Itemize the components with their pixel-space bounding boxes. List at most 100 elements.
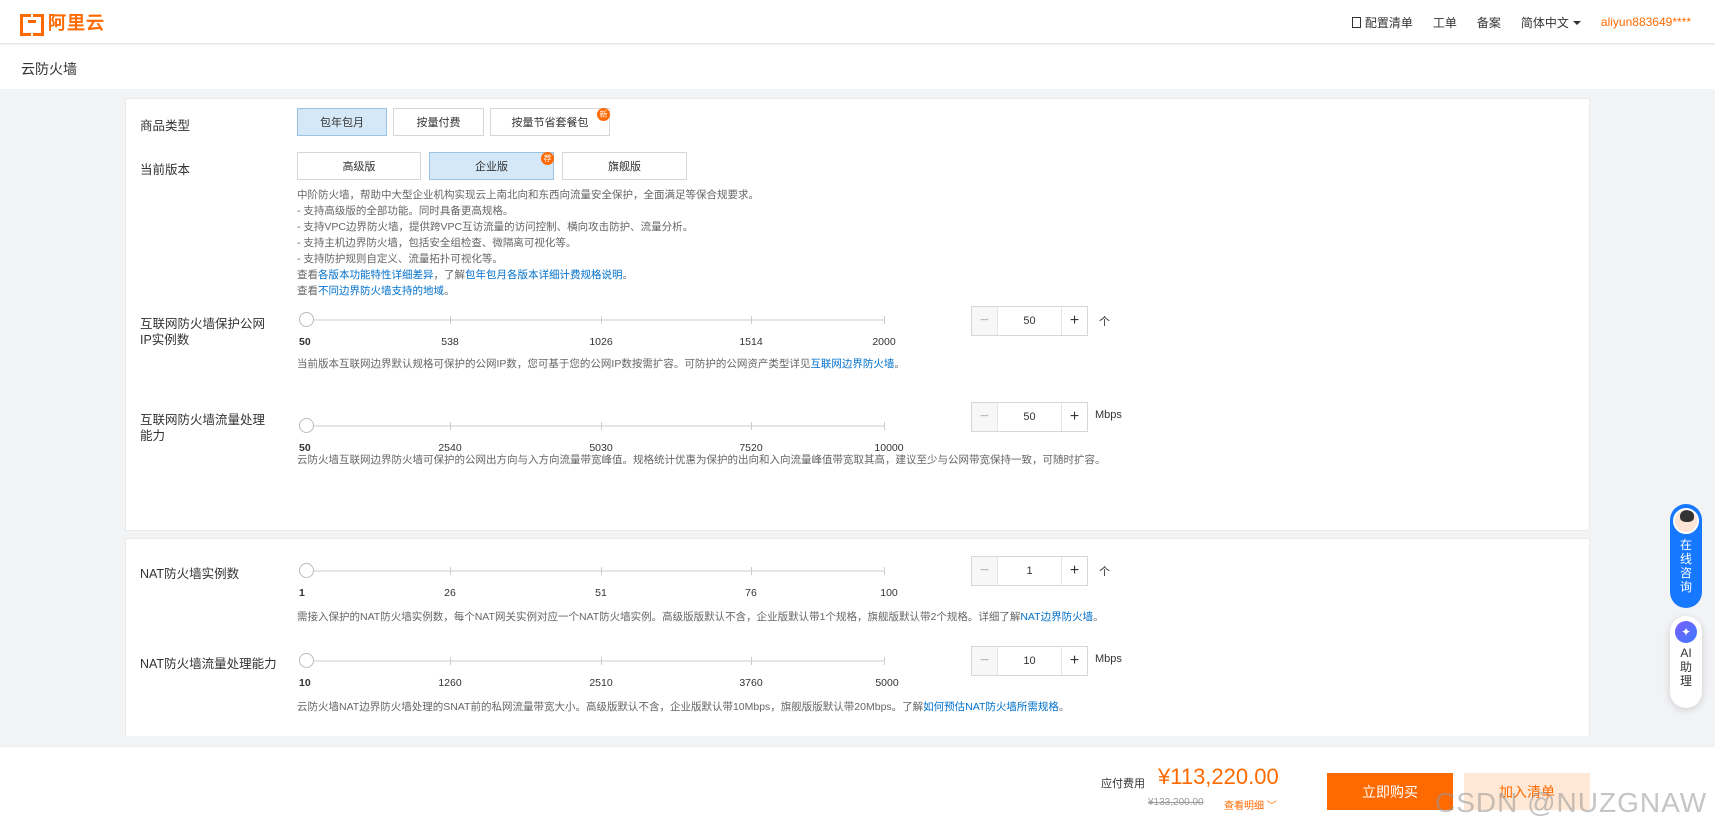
nat-spec-estimate-link[interactable]: 如何预估NAT防火墙所需规格 (923, 701, 1059, 713)
stepper-value[interactable]: 50 (998, 403, 1061, 431)
tick-label: 26 (444, 587, 456, 599)
inet-ip-slider[interactable]: 50 538 1026 1514 2000 (299, 312, 896, 352)
inet-ip-label: 互联网防火墙保护公网IP实例数 (140, 317, 266, 347)
inet-bw-label: 互联网防火墙流量处理能力 (140, 413, 266, 443)
minus-icon[interactable]: − (972, 307, 998, 335)
desc-text: ，了解 (433, 269, 466, 281)
tick-label: 1260 (438, 677, 462, 689)
plus-icon[interactable]: + (1061, 557, 1087, 585)
nat-bw-label: NAT防火墙流量处理能力 (140, 657, 277, 671)
option-annual[interactable]: 包年包月 (297, 108, 387, 136)
tick-label: 76 (745, 587, 757, 599)
slider-handle[interactable] (299, 653, 314, 668)
desc-text: 查看 (297, 285, 318, 297)
new-badge: 新 (597, 108, 610, 121)
slider-handle[interactable] (299, 418, 314, 433)
nat-count-stepper[interactable]: − 1 + (971, 556, 1088, 586)
tick-label: 2000 (872, 336, 896, 348)
slider-tick (751, 422, 752, 430)
slider-tick (884, 657, 885, 665)
plus-icon[interactable]: + (1061, 647, 1087, 675)
desc-text: 。 (622, 269, 634, 281)
minus-icon[interactable]: − (972, 647, 998, 675)
product-type-label: 商品类型 (140, 119, 191, 133)
option-flagship[interactable]: 旗舰版 (562, 152, 687, 180)
slider-tick (601, 422, 602, 430)
minus-icon[interactable]: − (972, 403, 998, 431)
region-support-link[interactable]: 不同边界防火墙支持的地域 (318, 285, 444, 297)
option-enterprise[interactable]: 企业版 荐 (429, 152, 554, 180)
record-link[interactable]: 备案 (1477, 14, 1501, 31)
aliyun-logo[interactable]: 阿里云 (20, 11, 105, 36)
slider-handle[interactable] (299, 312, 314, 327)
slider-track (305, 660, 885, 662)
tick-label: 1 (299, 587, 305, 599)
tick-label: 51 (595, 587, 607, 599)
unit-label: 个 (1099, 316, 1110, 328)
inet-bw-stepper[interactable]: − 50 + (971, 402, 1088, 432)
view-detail-link[interactable]: 查看明细 ﹀ (1224, 797, 1277, 812)
tick-label: 1514 (739, 336, 763, 348)
slider-tick (450, 567, 451, 575)
tick-label: 5000 (875, 677, 899, 689)
title-bar: 云防火墙 (0, 45, 1715, 89)
slider-handle[interactable] (299, 563, 314, 578)
billing-spec-link[interactable]: 包年包月各版本详细计费规格说明 (465, 269, 623, 281)
language-select[interactable]: 简体中文 (1521, 14, 1581, 31)
option-pay-as-you-go[interactable]: 按量付费 (393, 108, 484, 136)
plus-icon[interactable]: + (1061, 403, 1087, 431)
hint-text: 需接入保护的NAT防火墙实例数，每个NAT网关实例对应一个NAT防火墙实例。高级… (297, 611, 1021, 623)
view-detail-label: 查看明细 (1224, 801, 1264, 812)
nat-bw-stepper[interactable]: − 10 + (971, 646, 1088, 676)
tick-label: 3760 (739, 677, 763, 689)
tick-label: 2510 (589, 677, 613, 689)
stepper-value[interactable]: 50 (998, 307, 1061, 335)
slider-tick (751, 316, 752, 324)
nat-boundary-link[interactable]: NAT边界防火墙 (1020, 611, 1093, 623)
plus-icon[interactable]: + (1061, 307, 1087, 335)
nat-count-label: NAT防火墙实例数 (140, 567, 240, 581)
logo-icon (20, 14, 44, 36)
ticket-link[interactable]: 工单 (1433, 14, 1457, 31)
config-panel-main: 商品类型 包年包月 按量付费 按量节省套餐包新 当前版本 高级版 企业版 荐 旗舰… (125, 98, 1590, 531)
option-savings-plan[interactable]: 按量节省套餐包新 (490, 108, 610, 136)
minus-icon[interactable]: − (972, 557, 998, 585)
page-title: 云防火墙 (21, 61, 77, 77)
nat-bw-slider[interactable]: 10 1260 2510 3760 5000 (299, 653, 909, 693)
logo-text: 阿里云 (48, 13, 105, 33)
ai-assistant-button[interactable]: ✦ AI助理 (1670, 616, 1702, 708)
nat-count-hint: 需接入保护的NAT防火墙实例数，每个NAT网关实例对应一个NAT防火墙实例。高级… (297, 609, 1104, 625)
option-advanced[interactable]: 高级版 (297, 152, 421, 180)
desc-text: 。 (444, 285, 455, 297)
ai-sparkle-icon: ✦ (1675, 621, 1697, 643)
online-consult-button[interactable]: 在线咨询 (1670, 504, 1702, 608)
slider-tick (450, 316, 451, 324)
user-account[interactable]: aliyun883649**** (1601, 15, 1691, 29)
total-fee: ¥113,220.00 (1158, 764, 1279, 789)
hint-text: 。 (1058, 701, 1070, 713)
desc-text: 查看 (297, 269, 318, 281)
nat-count-slider[interactable]: 1 26 51 76 100 (299, 563, 909, 603)
config-list-link[interactable]: 配置清单 (1351, 14, 1413, 31)
caret-down-icon (1572, 21, 1581, 26)
feature-diff-link[interactable]: 各版本功能特性详细差异 (318, 269, 434, 281)
internet-boundary-link[interactable]: 互联网边界防火墙 (810, 358, 894, 370)
hint-text: 当前版本互联网边界默认规格可保护的公网IP数，您可基于您的公网IP数按需扩容。可… (297, 358, 811, 370)
edition-description: 中阶防火墙，帮助中大型企业机构实现云上南北向和东西向流量安全保护，全面满足等保合… (297, 187, 759, 299)
stepper-value[interactable]: 1 (998, 557, 1061, 585)
option-enterprise-label: 企业版 (475, 161, 508, 173)
hint-text: 。 (894, 358, 905, 370)
slider-tick (751, 567, 752, 575)
document-icon (1351, 16, 1361, 28)
stepper-value[interactable]: 10 (998, 647, 1061, 675)
slider-tick (884, 567, 885, 575)
slider-tick (601, 657, 602, 665)
inet-ip-stepper[interactable]: − 50 + (971, 306, 1088, 336)
config-list-label: 配置清单 (1364, 15, 1413, 30)
option-flagship-label: 旗舰版 (608, 161, 641, 173)
desc-line: - 支持主机边界防火墙，包括安全组检查、微隔离可视化等。 (297, 237, 577, 249)
desc-line: - 支持高级版的全部功能。同时具备更高规格。 (297, 205, 514, 217)
slider-tick (450, 657, 451, 665)
recommend-badge: 荐 (541, 152, 554, 165)
chevron-down-icon: ﹀ (1266, 801, 1277, 812)
